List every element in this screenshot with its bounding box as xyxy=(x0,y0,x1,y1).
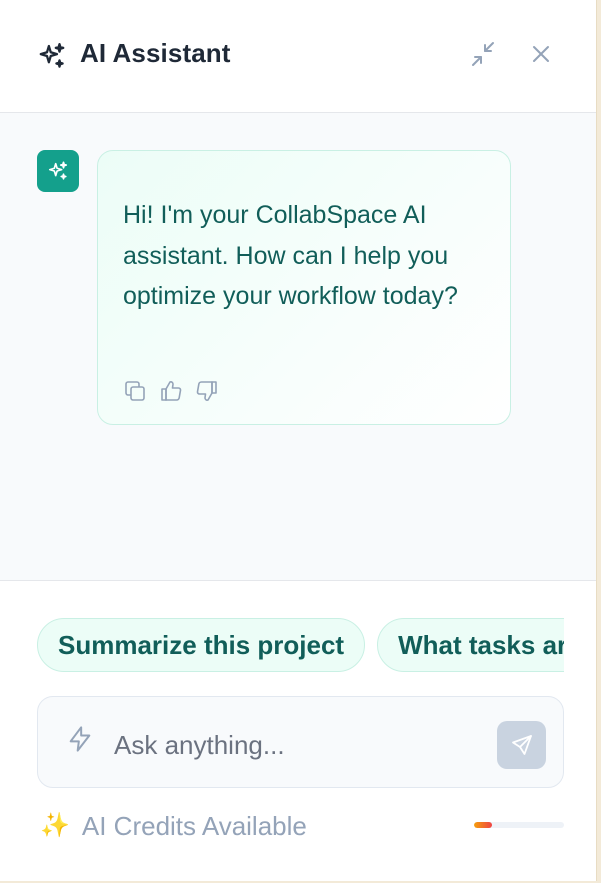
message-actions xyxy=(123,379,219,403)
assistant-message-text: Hi! I'm your CollabSpace AI assistant. H… xyxy=(123,201,458,310)
close-button[interactable] xyxy=(527,40,555,68)
assistant-avatar xyxy=(37,150,79,192)
panel-title: AI Assistant xyxy=(80,38,231,68)
credits-progress-bar xyxy=(474,822,564,828)
chat-input-box xyxy=(37,696,564,788)
panel-header: AI Assistant xyxy=(0,0,596,113)
suggestion-chip[interactable]: Summarize this project xyxy=(37,618,366,672)
minimize-icon xyxy=(472,42,494,66)
lightning-icon xyxy=(69,726,91,752)
close-icon xyxy=(533,46,549,62)
chat-input[interactable] xyxy=(114,725,484,765)
thumbs-up-icon[interactable] xyxy=(159,379,183,403)
chat-area[interactable]: Hi! I'm your CollabSpace AI assistant. H… xyxy=(0,113,596,581)
credits-progress-fill xyxy=(474,822,492,828)
sparkles-icon xyxy=(48,161,68,180)
suggestion-chips: Summarize this projectWhat tasks are due… xyxy=(37,618,564,672)
send-button[interactable] xyxy=(497,721,546,769)
copy-icon[interactable] xyxy=(123,379,147,403)
ai-credits: ✨ AI Credits Available xyxy=(40,810,307,842)
suggestion-chip[interactable]: What tasks are due today? xyxy=(377,618,564,672)
thumbs-down-icon[interactable] xyxy=(195,379,219,403)
credits-label: AI Credits Available xyxy=(81,811,307,841)
send-icon xyxy=(511,735,532,755)
assistant-message-bubble: Hi! I'm your CollabSpace AI assistant. H… xyxy=(97,150,511,425)
ai-assistant-panel: AI Assistant Hi! I'm your CollabSpace AI… xyxy=(0,0,597,881)
sparkles-emoji-icon: ✨ xyxy=(40,812,70,839)
sparkles-icon xyxy=(39,43,65,68)
minimize-button[interactable] xyxy=(468,38,498,70)
